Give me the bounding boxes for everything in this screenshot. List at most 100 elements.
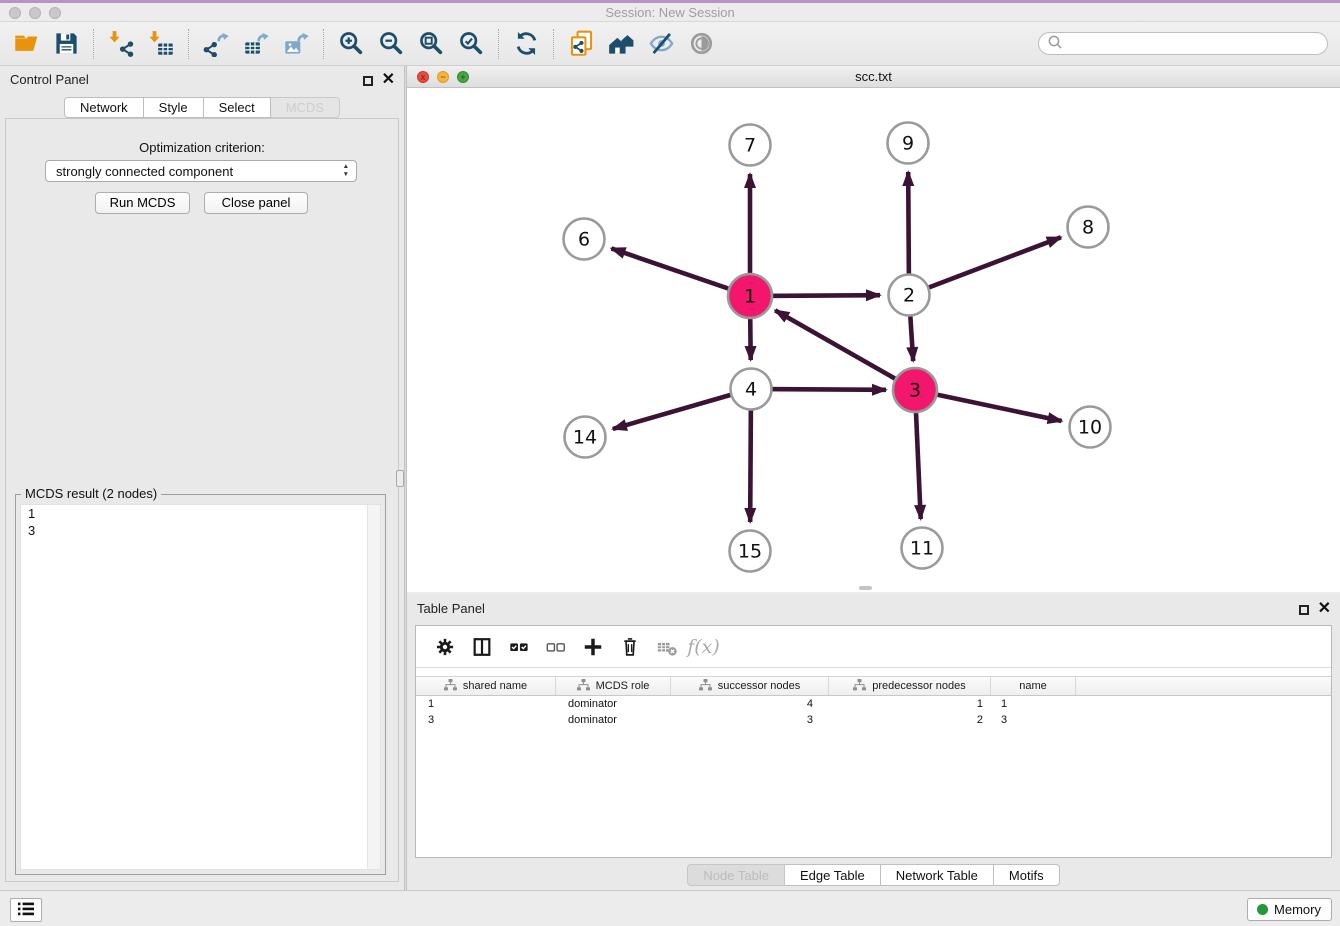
export-network-icon[interactable] <box>196 27 236 61</box>
column-label: shared name <box>463 680 527 692</box>
main-toolbar <box>0 22 1340 66</box>
column-label: successor nodes <box>718 680 801 692</box>
search-box[interactable] <box>1038 32 1328 55</box>
close-table-panel-icon[interactable]: ✕ <box>1318 603 1331 616</box>
float-panel-icon[interactable] <box>363 76 373 86</box>
column-tree-icon <box>699 679 712 694</box>
delete-columns-icon[interactable] <box>611 633 648 661</box>
export-image-icon[interactable] <box>276 27 316 61</box>
search-input[interactable] <box>1064 34 1327 53</box>
task-history-button[interactable] <box>10 898 42 922</box>
node-4[interactable]: 4 <box>731 369 772 410</box>
function-builder-label: f(x) <box>687 636 720 658</box>
open-session-icon[interactable] <box>6 27 46 61</box>
control-panel-header: Control Panel ✕ <box>0 66 404 93</box>
node-1[interactable]: 1 <box>728 274 772 318</box>
create-column-icon[interactable] <box>574 633 611 661</box>
zoom-fit-icon[interactable] <box>411 27 451 61</box>
select-stepper-icon: ▲▼ <box>343 163 349 179</box>
column-header-shared-name[interactable]: shared name <box>416 677 556 695</box>
memory-button[interactable]: Memory <box>1247 898 1332 921</box>
refresh-view-icon[interactable] <box>506 27 546 61</box>
network-hscrollbar[interactable] <box>859 586 872 590</box>
zoom-selected-icon[interactable] <box>451 27 491 61</box>
network-window: x − + scc.txt 7968124314101511 <box>407 66 1340 592</box>
column-header-successor-nodes[interactable]: successor nodes <box>671 677 829 695</box>
node-label: 10 <box>1078 417 1102 439</box>
status-bar: Memory <box>0 890 1340 926</box>
float-table-panel-icon[interactable] <box>1299 605 1309 615</box>
result-line: 3 <box>21 522 380 539</box>
splitter-handle[interactable] <box>396 470 404 487</box>
zoom-out-icon[interactable] <box>371 27 411 61</box>
tab-motifs[interactable]: Motifs <box>994 864 1060 886</box>
column-tree-icon <box>444 679 457 694</box>
close-panel-icon[interactable]: ✕ <box>382 74 395 87</box>
node-6[interactable]: 6 <box>564 219 605 260</box>
edge-2-8[interactable] <box>909 237 1061 295</box>
table-row[interactable]: 3dominator323 <box>416 712 1331 728</box>
edge-3-1[interactable] <box>775 310 915 390</box>
result-line: 1 <box>21 505 380 522</box>
show-columns-icon[interactable] <box>463 633 500 661</box>
node-3[interactable]: 3 <box>893 368 937 412</box>
home-view-icon[interactable] <box>601 27 641 61</box>
criterion-select[interactable]: strongly connected component ▲▼ <box>45 160 357 182</box>
network-graph[interactable]: 7 9 6 8 1 2 4 3 14 10 15 11 <box>407 88 1338 590</box>
mcds-result-area[interactable]: 13 <box>20 504 381 870</box>
node-label: 4 <box>745 379 757 401</box>
table-panel: Table Panel ✕ f(x) shared name MCDS role s… <box>407 595 1340 890</box>
list-icon <box>17 902 35 919</box>
toolbar-separator <box>188 29 189 59</box>
zoom-in-icon[interactable] <box>331 27 371 61</box>
settings-icon[interactable] <box>426 633 463 661</box>
column-header-name[interactable]: name <box>991 677 1076 695</box>
node-label: 15 <box>738 541 762 563</box>
table-row[interactable]: 1dominator411 <box>416 696 1331 712</box>
result-scrollbar[interactable] <box>367 505 380 869</box>
network-canvas[interactable]: 7 9 6 8 1 2 4 3 14 10 15 11 <box>407 88 1340 592</box>
run-mcds-button[interactable]: Run MCDS <box>95 192 190 214</box>
node-11[interactable]: 11 <box>902 528 943 569</box>
table-tabs: Node TableEdge TableNetwork TableMotifs <box>407 864 1340 886</box>
node-14[interactable]: 14 <box>565 417 606 458</box>
mcds-tab-content: Optimization criterion: strongly connect… <box>5 118 399 882</box>
copy-network-icon[interactable] <box>561 27 601 61</box>
column-label: predecessor nodes <box>872 680 966 692</box>
node-label: 9 <box>902 133 914 155</box>
network-window-title: scc.txt <box>407 69 1340 84</box>
close-panel-button[interactable]: Close panel <box>204 192 308 214</box>
node-9[interactable]: 9 <box>888 123 929 164</box>
export-table-icon[interactable] <box>236 27 276 61</box>
tab-mcds[interactable]: MCDS <box>271 97 340 118</box>
select-all-columns-icon[interactable] <box>500 633 537 661</box>
show-panel-icon[interactable] <box>681 27 721 61</box>
node-label: 7 <box>744 135 756 157</box>
tab-network[interactable]: Network <box>64 97 144 118</box>
save-session-icon[interactable] <box>46 27 86 61</box>
toolbar-separator <box>498 29 499 59</box>
column-header-predecessor-nodes[interactable]: predecessor nodes <box>829 677 991 695</box>
node-8[interactable]: 8 <box>1068 207 1109 248</box>
toolbar-separator <box>93 29 94 59</box>
node-label: 8 <box>1082 217 1094 239</box>
column-header-MCDS-role[interactable]: MCDS role <box>556 677 671 695</box>
node-2[interactable]: 2 <box>889 275 930 316</box>
node-10[interactable]: 10 <box>1070 407 1111 448</box>
tab-node-table[interactable]: Node Table <box>687 864 785 886</box>
table-panel-title: Table Panel <box>417 601 485 616</box>
tab-style[interactable]: Style <box>144 97 204 118</box>
unselect-all-columns-icon[interactable] <box>537 633 574 661</box>
node-15[interactable]: 15 <box>730 531 771 572</box>
table-toolbar: f(x) <box>416 626 1331 668</box>
tab-select[interactable]: Select <box>204 97 271 118</box>
delete-table-icon <box>648 633 685 661</box>
hide-panel-icon[interactable] <box>641 27 681 61</box>
control-panel-title: Control Panel <box>10 72 89 87</box>
column-tree-icon <box>853 679 866 694</box>
node-7[interactable]: 7 <box>730 125 771 166</box>
tab-network-table[interactable]: Network Table <box>881 864 994 886</box>
import-network-icon[interactable] <box>101 27 141 61</box>
import-table-icon[interactable] <box>141 27 181 61</box>
tab-edge-table[interactable]: Edge Table <box>785 864 881 886</box>
